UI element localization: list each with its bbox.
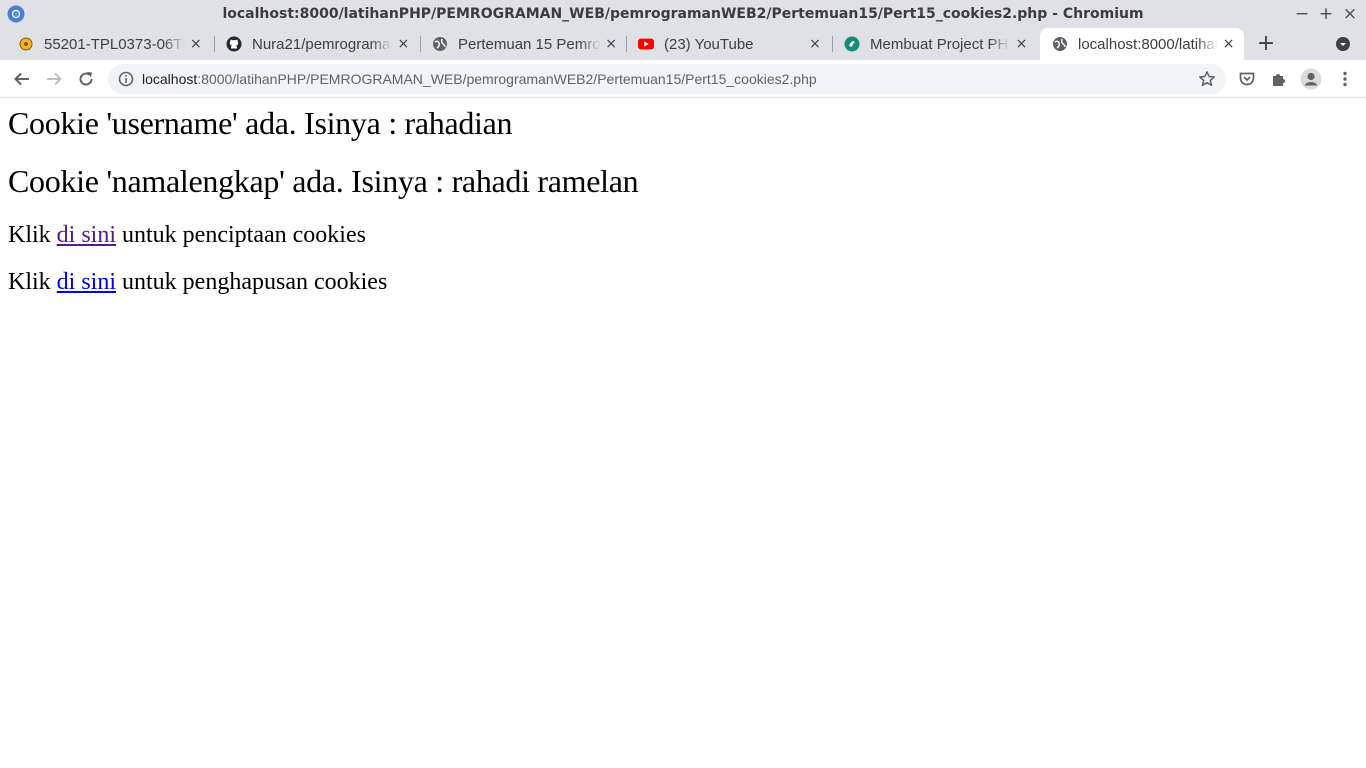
arrow-left-icon [14, 72, 29, 86]
create-cookies-link[interactable]: di sini [57, 222, 116, 248]
bookmark-star-icon[interactable] [1198, 70, 1216, 88]
address-bar[interactable]: localhost:8000/latihanPHP/PEMROGRAMAN_WE… [108, 64, 1226, 94]
new-tab-button[interactable]: + [1256, 32, 1276, 56]
tab-title: 55201-TPL0373-06TPL [44, 35, 185, 53]
browser-toolbar: localhost:8000/latihanPHP/PEMROGRAMAN_WE… [0, 60, 1366, 98]
arrow-right-icon [47, 72, 62, 86]
maximize-button[interactable]: + [1316, 4, 1336, 24]
globe-icon [1052, 36, 1068, 52]
tab-strip: 55201-TPL0373-06TPL × Nura21/pemrograman… [0, 28, 1366, 60]
klik-text: Klik [8, 222, 57, 248]
reload-button[interactable] [76, 69, 96, 89]
tab-title: (23) YouTube [664, 35, 754, 53]
title-bar: localhost:8000/latihanPHP/PEMROGRAMAN_WE… [0, 0, 1366, 28]
close-tab-icon[interactable]: × [807, 36, 823, 52]
delete-cookies-line: Klik di sini untuk penghapusan cookies [8, 269, 387, 296]
close-window-button[interactable]: × [1340, 4, 1360, 24]
forward-button[interactable] [44, 69, 64, 89]
pocket-icon [1239, 72, 1255, 86]
tab-title: Pertemuan 15 Pemrograman [458, 35, 601, 53]
tab-membuat-project[interactable]: Membuat Project PHP × [832, 28, 1038, 60]
info-icon[interactable] [118, 71, 134, 87]
tab-search-icon[interactable] [1335, 36, 1351, 52]
site-icon [844, 36, 860, 52]
url-path: :8000/latihanPHP/PEMROGRAMAN_WEB/pemrogr… [197, 71, 817, 87]
delete-cookies-link[interactable]: di sini [57, 269, 116, 295]
close-tab-icon[interactable]: × [1014, 36, 1029, 52]
delete-cookies-suffix: untuk penghapusan cookies [116, 269, 388, 295]
page-content: Cookie 'username' ada. Isinya : rahadian… [0, 99, 1366, 768]
url-text[interactable]: localhost:8000/latihanPHP/PEMROGRAMAN_WE… [142, 64, 817, 94]
username-cookie-heading: Cookie 'username' ada. Isinya : rahadian [8, 105, 513, 141]
reload-icon [79, 72, 93, 86]
puzzle-icon [1273, 74, 1285, 86]
avatar-icon [1300, 68, 1322, 90]
tab-pertemuan15[interactable]: Pertemuan 15 Pemrograman × [420, 28, 626, 60]
create-cookies-suffix: untuk penciptaan cookies [116, 222, 366, 248]
kebab-menu-icon [1343, 71, 1347, 87]
close-tab-icon[interactable]: × [189, 36, 203, 52]
tab-github[interactable]: Nura21/pemrograman × [214, 28, 420, 60]
window-title: localhost:8000/latihanPHP/PEMROGRAMAN_WE… [222, 6, 1144, 22]
youtube-icon [638, 36, 654, 52]
tab-moodle[interactable]: 55201-TPL0373-06TPL × [6, 28, 212, 60]
globe-icon [432, 36, 448, 52]
namalengkap-cookie-heading: Cookie 'namalengkap' ada. Isinya : rahad… [8, 163, 639, 199]
tab-localhost-active[interactable]: localhost:8000/latihanPHP × [1040, 28, 1244, 60]
klik-text: Klik [8, 269, 57, 295]
profile-button[interactable] [1300, 68, 1322, 90]
tab-title: Nura21/pemrograman [252, 35, 392, 53]
tab-title: Membuat Project PHP [870, 35, 1010, 53]
github-icon [226, 36, 242, 52]
close-tab-icon[interactable]: × [1222, 36, 1235, 52]
minimize-button[interactable]: − [1292, 4, 1312, 24]
pocket-button[interactable] [1238, 70, 1256, 88]
url-host: localhost [142, 71, 198, 87]
extensions-button[interactable] [1270, 70, 1288, 88]
tab-title: localhost:8000/latihanPHP [1078, 35, 1218, 53]
close-tab-icon[interactable]: × [396, 36, 411, 52]
moodle-icon [18, 36, 34, 52]
create-cookies-line: Klik di sini untuk penciptaan cookies [8, 222, 366, 249]
menu-button[interactable] [1336, 70, 1354, 88]
back-button[interactable] [12, 69, 32, 89]
tab-youtube[interactable]: (23) YouTube × [626, 28, 832, 60]
close-tab-icon[interactable]: × [605, 36, 617, 52]
